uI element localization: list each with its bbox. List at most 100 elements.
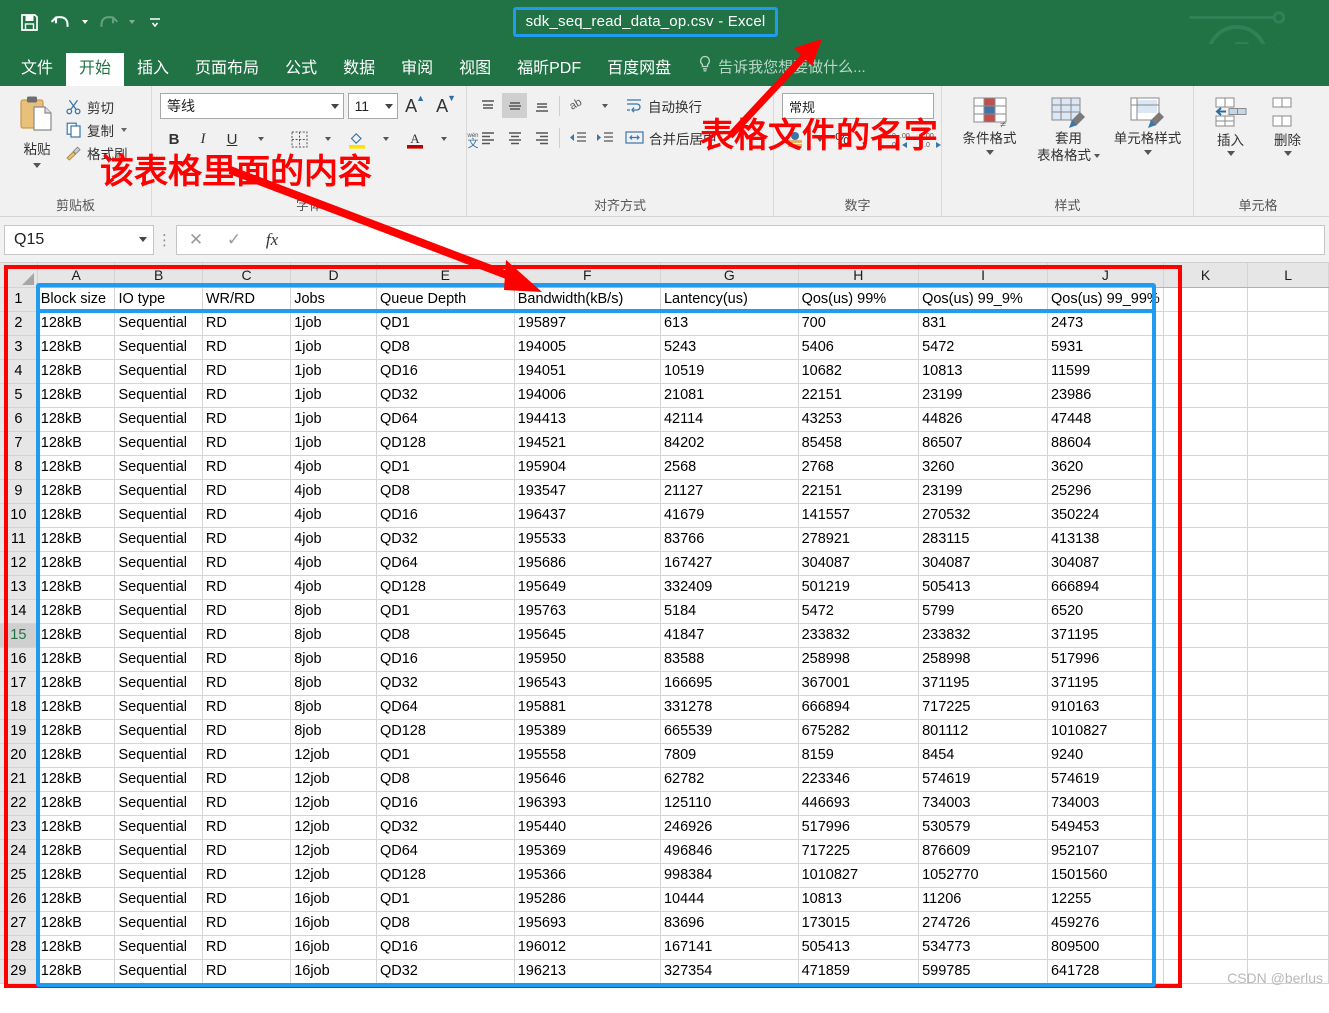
cell[interactable]: QD8 bbox=[376, 335, 515, 360]
table-row[interactable]: 25 128kB Sequential RD 12job QD128 195366 99838… bbox=[0, 863, 1329, 888]
cell[interactable] bbox=[1247, 599, 1329, 624]
cell[interactable]: Sequential bbox=[114, 575, 203, 600]
tab-baidu-netdisk[interactable]: 百度网盘 bbox=[594, 53, 684, 86]
cell[interactable]: 952107 bbox=[1047, 839, 1164, 864]
cell[interactable]: 195904 bbox=[514, 455, 661, 480]
fill-color-button[interactable] bbox=[344, 126, 370, 152]
row-header-5[interactable]: 5 bbox=[0, 383, 38, 408]
select-all-corner[interactable] bbox=[0, 263, 38, 288]
paste-button[interactable]: 粘贴 bbox=[8, 93, 66, 196]
cell[interactable]: Queue Depth bbox=[376, 287, 515, 312]
tab-file[interactable]: 文件 bbox=[8, 53, 66, 86]
cell[interactable]: 128kB bbox=[37, 479, 116, 504]
cell[interactable]: 23986 bbox=[1047, 383, 1164, 408]
cell[interactable]: 195533 bbox=[514, 527, 661, 552]
cell[interactable]: Sequential bbox=[114, 599, 203, 624]
table-row[interactable]: 27 128kB Sequential RD 16job QD8 195693 83696 17… bbox=[0, 911, 1329, 936]
cell[interactable]: QD16 bbox=[376, 647, 515, 672]
tab-view[interactable]: 视图 bbox=[446, 53, 504, 86]
cell[interactable]: WR/RD bbox=[202, 287, 292, 312]
cell[interactable]: QD128 bbox=[376, 431, 515, 456]
cell[interactable]: 831 bbox=[918, 311, 1048, 336]
table-row[interactable]: 22 128kB Sequential RD 12job QD16 196393 125110… bbox=[0, 791, 1329, 816]
cell[interactable]: 195440 bbox=[514, 815, 661, 840]
cell[interactable]: 16job bbox=[290, 959, 377, 984]
italic-button[interactable]: I bbox=[190, 126, 216, 152]
cell[interactable]: Sequential bbox=[114, 815, 203, 840]
currency-dropdown-icon[interactable] bbox=[813, 127, 827, 152]
table-row[interactable]: 19 128kB Sequential RD 8job QD128 195389 665539… bbox=[0, 719, 1329, 744]
cell[interactable]: QD64 bbox=[376, 551, 515, 576]
insert-function-button[interactable]: fx bbox=[253, 226, 291, 254]
cell[interactable]: 4job bbox=[290, 527, 377, 552]
cell[interactable]: 128kB bbox=[37, 527, 116, 552]
cell[interactable]: 128kB bbox=[37, 719, 116, 744]
cell[interactable]: RD bbox=[202, 599, 292, 624]
cell[interactable]: Sequential bbox=[114, 623, 203, 648]
cell[interactable]: Sequential bbox=[114, 551, 203, 576]
cut-button[interactable]: 剪切 bbox=[66, 97, 128, 117]
undo-icon[interactable] bbox=[46, 8, 76, 36]
cell[interactable]: 233832 bbox=[918, 623, 1048, 648]
cell[interactable]: 223346 bbox=[798, 767, 920, 792]
cell[interactable] bbox=[1163, 623, 1249, 648]
cell[interactable]: 1job bbox=[290, 335, 377, 360]
cell[interactable] bbox=[1163, 311, 1249, 336]
table-row[interactable]: 17 128kB Sequential RD 8job QD32 196543 166695 3… bbox=[0, 671, 1329, 696]
table-row[interactable]: 6 128kB Sequential RD 1job QD64 194413 42114 432… bbox=[0, 407, 1329, 432]
cell[interactable]: RD bbox=[202, 383, 292, 408]
cell[interactable]: 195645 bbox=[514, 623, 661, 648]
cell[interactable]: QD32 bbox=[376, 527, 515, 552]
wrap-text-button[interactable]: 自动换行 bbox=[625, 96, 702, 116]
decrease-indent-button[interactable] bbox=[565, 125, 590, 150]
cell[interactable]: 196543 bbox=[514, 671, 661, 696]
cell[interactable] bbox=[1163, 287, 1249, 312]
row-header-2[interactable]: 2 bbox=[0, 311, 38, 336]
format-as-table-dropdown-icon[interactable] bbox=[1094, 154, 1100, 159]
row-header-12[interactable]: 12 bbox=[0, 551, 38, 576]
cell[interactable]: 2568 bbox=[660, 455, 799, 480]
cell[interactable]: 665539 bbox=[660, 719, 799, 744]
cell[interactable]: 128kB bbox=[37, 455, 116, 480]
cell[interactable]: 717225 bbox=[918, 695, 1048, 720]
cell[interactable]: 2768 bbox=[798, 455, 920, 480]
cell[interactable]: Sequential bbox=[114, 695, 203, 720]
cell[interactable] bbox=[1247, 311, 1329, 336]
cell[interactable]: QD128 bbox=[376, 719, 515, 744]
font-size-combo[interactable]: 11 bbox=[347, 93, 399, 119]
cell[interactable]: RD bbox=[202, 575, 292, 600]
cell[interactable]: RD bbox=[202, 887, 292, 912]
cell[interactable] bbox=[1247, 719, 1329, 744]
cell[interactable]: 801112 bbox=[918, 719, 1048, 744]
cell[interactable] bbox=[1247, 623, 1329, 648]
cell[interactable]: QD1 bbox=[376, 743, 515, 768]
row-header-11[interactable]: 11 bbox=[0, 527, 38, 552]
cell[interactable]: 194413 bbox=[514, 407, 661, 432]
cell[interactable]: 505413 bbox=[798, 935, 920, 960]
cell[interactable]: 258998 bbox=[798, 647, 920, 672]
cell[interactable]: 3260 bbox=[918, 455, 1048, 480]
row-header-20[interactable]: 20 bbox=[0, 743, 38, 768]
cell[interactable]: 371195 bbox=[918, 671, 1048, 696]
table-row[interactable]: 16 128kB Sequential RD 8job QD16 195950 83588 25… bbox=[0, 647, 1329, 672]
cell[interactable]: 304087 bbox=[798, 551, 920, 576]
cell[interactable]: 574619 bbox=[918, 767, 1048, 792]
cell[interactable]: 641728 bbox=[1047, 959, 1164, 984]
delete-cells-dropdown-icon[interactable] bbox=[1283, 151, 1292, 156]
cell[interactable]: 85458 bbox=[798, 431, 920, 456]
cell[interactable]: 8job bbox=[290, 623, 377, 648]
cell[interactable]: 23199 bbox=[918, 479, 1048, 504]
cell[interactable]: RD bbox=[202, 551, 292, 576]
cell[interactable]: 5406 bbox=[798, 335, 920, 360]
cell[interactable]: 196437 bbox=[514, 503, 661, 528]
cell[interactable]: 876609 bbox=[918, 839, 1048, 864]
cell[interactable]: RD bbox=[202, 695, 292, 720]
cell[interactable]: RD bbox=[202, 959, 292, 984]
cell[interactable]: 910163 bbox=[1047, 695, 1164, 720]
align-left-button[interactable] bbox=[475, 125, 500, 150]
cell[interactable]: 304087 bbox=[1047, 551, 1164, 576]
cell[interactable] bbox=[1163, 431, 1249, 456]
cell[interactable]: 278921 bbox=[798, 527, 920, 552]
cell[interactable]: 505413 bbox=[918, 575, 1048, 600]
cell[interactable] bbox=[1247, 743, 1329, 768]
